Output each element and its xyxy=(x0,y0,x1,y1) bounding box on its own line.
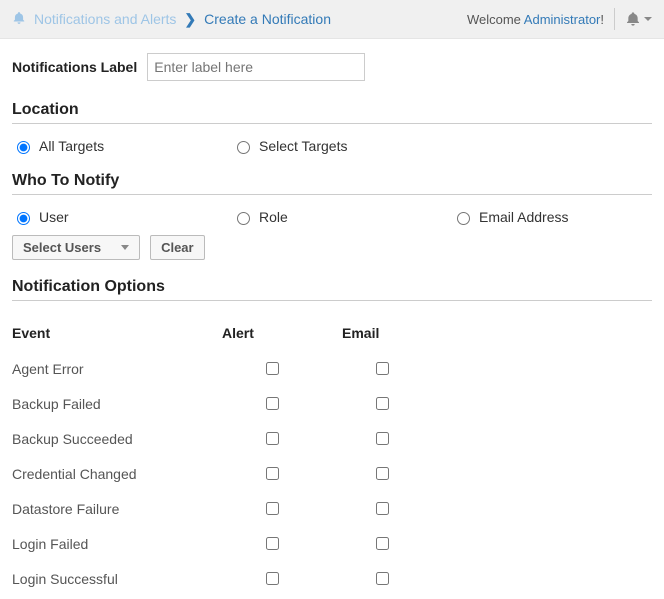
location-select-targets-label: Select Targets xyxy=(259,138,347,154)
notify-role-label: Role xyxy=(259,209,288,225)
welcome-suffix: ! xyxy=(600,12,604,27)
event-name: Login Successful xyxy=(12,561,222,596)
email-cell xyxy=(342,456,652,491)
col-email-header: Email xyxy=(342,315,652,351)
alert-cell xyxy=(222,526,342,561)
event-name: Backup Succeeded xyxy=(12,421,222,456)
event-name: Datastore Failure xyxy=(12,491,222,526)
bell-icon xyxy=(625,11,641,27)
table-row: Login Failed xyxy=(12,526,652,561)
event-name: Credential Changed xyxy=(12,456,222,491)
notify-user[interactable]: User xyxy=(12,209,222,225)
email-checkbox[interactable] xyxy=(376,467,389,480)
alert-checkbox[interactable] xyxy=(266,397,279,410)
notifications-label-row: Notifications Label xyxy=(12,53,652,81)
notify-user-radio[interactable] xyxy=(17,212,30,225)
divider xyxy=(12,194,652,195)
alert-cell xyxy=(222,456,342,491)
alert-cell xyxy=(222,351,342,386)
event-name: Backup Failed xyxy=(12,386,222,421)
event-name: Agent Error xyxy=(12,351,222,386)
notify-user-label: User xyxy=(39,209,69,225)
alert-checkbox[interactable] xyxy=(266,432,279,445)
event-name: Login Failed xyxy=(12,526,222,561)
notifications-label-input[interactable] xyxy=(147,53,365,81)
email-cell xyxy=(342,386,652,421)
breadcrumb-separator: ❯ xyxy=(184,11,196,28)
chevron-down-icon xyxy=(121,245,129,250)
vertical-divider xyxy=(614,8,615,30)
welcome-prefix: Welcome xyxy=(467,12,524,27)
notify-email-label: Email Address xyxy=(479,209,568,225)
email-cell xyxy=(342,526,652,561)
notification-options-table: Event Alert Email Agent ErrorBackup Fail… xyxy=(12,315,652,596)
content: Notifications Label Location All Targets… xyxy=(0,39,664,596)
notifications-menu[interactable] xyxy=(625,11,652,27)
email-cell xyxy=(342,561,652,596)
notify-email[interactable]: Email Address xyxy=(452,209,568,225)
email-checkbox[interactable] xyxy=(376,537,389,550)
email-checkbox[interactable] xyxy=(376,432,389,445)
select-users-label: Select Users xyxy=(23,240,101,255)
location-all-targets-radio[interactable] xyxy=(17,141,30,154)
clear-button[interactable]: Clear xyxy=(150,235,205,260)
email-checkbox[interactable] xyxy=(376,397,389,410)
table-row: Agent Error xyxy=(12,351,652,386)
table-row: Backup Failed xyxy=(12,386,652,421)
alert-checkbox[interactable] xyxy=(266,537,279,550)
alert-checkbox[interactable] xyxy=(266,467,279,480)
alert-checkbox[interactable] xyxy=(266,572,279,585)
topbar-right: Welcome Administrator! xyxy=(467,8,652,30)
alert-cell xyxy=(222,386,342,421)
notify-options: User Role Email Address xyxy=(12,209,652,225)
alert-checkbox[interactable] xyxy=(266,362,279,375)
divider xyxy=(12,123,652,124)
breadcrumb: Notifications and Alerts ❯ Create a Noti… xyxy=(12,11,331,28)
location-options: All Targets Select Targets xyxy=(12,138,652,154)
alert-cell xyxy=(222,491,342,526)
location-all-targets-label: All Targets xyxy=(39,138,104,154)
email-checkbox[interactable] xyxy=(376,572,389,585)
table-row: Datastore Failure xyxy=(12,491,652,526)
col-alert-header: Alert xyxy=(222,315,342,351)
notify-role-radio[interactable] xyxy=(237,212,250,225)
bell-icon xyxy=(12,11,26,28)
location-heading: Location xyxy=(12,101,652,119)
breadcrumb-current[interactable]: Create a Notification xyxy=(204,11,331,27)
email-cell xyxy=(342,491,652,526)
table-row: Login Successful xyxy=(12,561,652,596)
email-cell xyxy=(342,421,652,456)
alert-cell xyxy=(222,561,342,596)
alert-cell xyxy=(222,421,342,456)
select-users-button[interactable]: Select Users xyxy=(12,235,140,260)
table-row: Backup Succeeded xyxy=(12,421,652,456)
notify-email-radio[interactable] xyxy=(457,212,470,225)
notify-role[interactable]: Role xyxy=(232,209,442,225)
notify-heading: Who To Notify xyxy=(12,172,652,190)
col-event-header: Event xyxy=(12,315,222,351)
location-select-targets[interactable]: Select Targets xyxy=(232,138,442,154)
notify-actions: Select Users Clear xyxy=(12,235,652,260)
divider xyxy=(12,300,652,301)
topbar: Notifications and Alerts ❯ Create a Noti… xyxy=(0,0,664,39)
email-cell xyxy=(342,351,652,386)
alert-checkbox[interactable] xyxy=(266,502,279,515)
email-checkbox[interactable] xyxy=(376,362,389,375)
options-heading: Notification Options xyxy=(12,278,652,296)
breadcrumb-root[interactable]: Notifications and Alerts xyxy=(34,11,176,27)
welcome-text: Welcome Administrator! xyxy=(467,12,604,27)
welcome-user-link[interactable]: Administrator xyxy=(524,12,601,27)
location-select-targets-radio[interactable] xyxy=(237,141,250,154)
table-row: Credential Changed xyxy=(12,456,652,491)
chevron-down-icon xyxy=(644,17,652,21)
notifications-label-label: Notifications Label xyxy=(12,59,137,75)
email-checkbox[interactable] xyxy=(376,502,389,515)
location-all-targets[interactable]: All Targets xyxy=(12,138,222,154)
